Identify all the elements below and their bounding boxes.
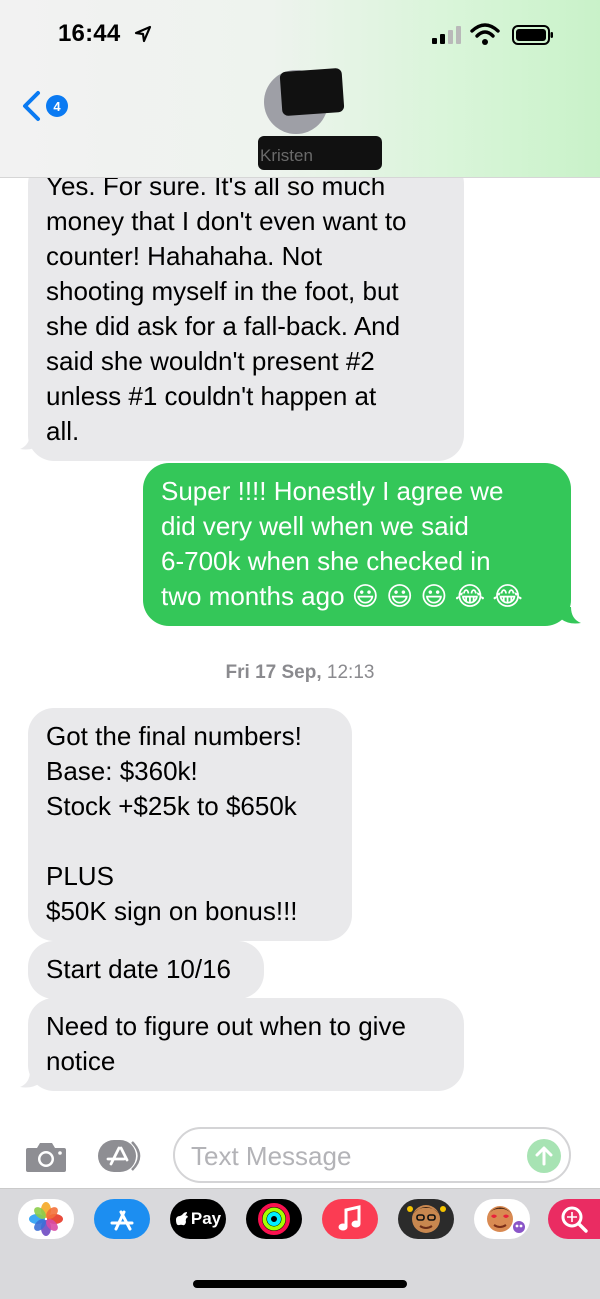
home-indicator[interactable] [193, 1280, 407, 1288]
message-line: unless #1 couldn't happen at [46, 381, 377, 411]
camera-icon[interactable] [24, 1140, 68, 1174]
redaction-mark [279, 67, 345, 117]
message-line: 6-700k when she checked in [161, 546, 491, 576]
incoming-message-bubble[interactable]: Got the final numbers! Base: $360k! Stoc… [28, 708, 352, 941]
photos-app-button[interactable] [18, 1199, 74, 1239]
location-arrow-icon [134, 25, 152, 43]
bubble-tail [561, 607, 581, 624]
message-line: did very well when we said [161, 511, 469, 541]
conversation-timestamp: Fri 17 Sep, 12:13 [0, 662, 600, 684]
message-line: Got the final numbers! [46, 721, 302, 751]
incoming-message-bubble[interactable]: Start date 10/16 [28, 941, 264, 999]
message-line: two months ago 😃 😃 😃 😂 😂 [161, 581, 523, 611]
bubble-tail [20, 433, 40, 450]
app-store-icon [110, 1210, 134, 1231]
message-line [46, 824, 334, 859]
image-search-app-button[interactable] [548, 1199, 600, 1239]
message-line: she did ask for a fall-back. And [46, 311, 401, 341]
message-line: Need to figure out when to give [46, 1011, 406, 1041]
photos-icon [29, 1202, 63, 1236]
music-app-button[interactable] [322, 1199, 378, 1239]
message-line: all. [46, 416, 80, 446]
message-line: Super !!!! Honestly I agree we [161, 476, 504, 506]
outgoing-message-bubble[interactable]: Super !!!! Honestly I agree we did very … [143, 463, 571, 626]
message-line: money that I don't even want to [46, 206, 407, 236]
message-line: Base: $360k! [46, 756, 198, 786]
unread-count-badge: 4 [46, 95, 68, 117]
contact-name[interactable]: Kristen [260, 146, 313, 166]
animoji-icon [487, 1206, 525, 1233]
back-button[interactable]: 4 [20, 88, 74, 124]
message-line: shooting myself in the foot, but [46, 276, 399, 306]
cellular-signal-icon [432, 26, 461, 44]
timestamp-time: 12:13 [326, 662, 375, 683]
message-text-field[interactable] [173, 1127, 571, 1183]
status-time: 16:44 [58, 20, 121, 47]
wifi-icon [470, 23, 500, 45]
app-store-apps-icon[interactable] [96, 1138, 150, 1174]
send-button[interactable] [527, 1139, 561, 1173]
message-line: Start date 10/16 [46, 954, 232, 984]
music-icon [338, 1205, 361, 1231]
chevron-left-icon [23, 91, 40, 121]
incoming-message-bubble[interactable]: Yes. For sure. It's all so much money th… [28, 158, 464, 461]
incoming-message-bubble[interactable]: Need to figure out when to give notice [28, 998, 464, 1091]
message-line: $50K sign on bonus!!! [46, 896, 298, 926]
message-input[interactable] [191, 1141, 521, 1171]
memoji-icon [407, 1205, 446, 1233]
message-line: said she wouldn't present #2 [46, 346, 375, 376]
message-line: counter! Hahahaha. Not [46, 241, 323, 271]
apple-pay-icon [175, 1212, 188, 1226]
arrow-up-icon [535, 1146, 553, 1166]
image-search-icon [561, 1206, 588, 1233]
timestamp-day: Fri 17 Sep, [225, 662, 322, 683]
animoji-app-button[interactable] [474, 1199, 530, 1239]
activity-icon [258, 1203, 290, 1235]
memoji-app-button[interactable] [398, 1199, 454, 1239]
activity-app-button[interactable] [246, 1199, 302, 1239]
battery-icon [512, 25, 553, 45]
app-store-button[interactable] [94, 1199, 150, 1239]
message-line: PLUS [46, 861, 114, 891]
conversation-header: 16:44 4 LH Kristen [0, 0, 600, 178]
apple-pay-button[interactable]: Pay [170, 1199, 226, 1239]
bubble-tail [20, 1071, 40, 1088]
message-line: notice [46, 1046, 116, 1076]
apple-pay-label: Pay [190, 1209, 222, 1228]
message-line: Stock +$25k to $650k [46, 791, 297, 821]
